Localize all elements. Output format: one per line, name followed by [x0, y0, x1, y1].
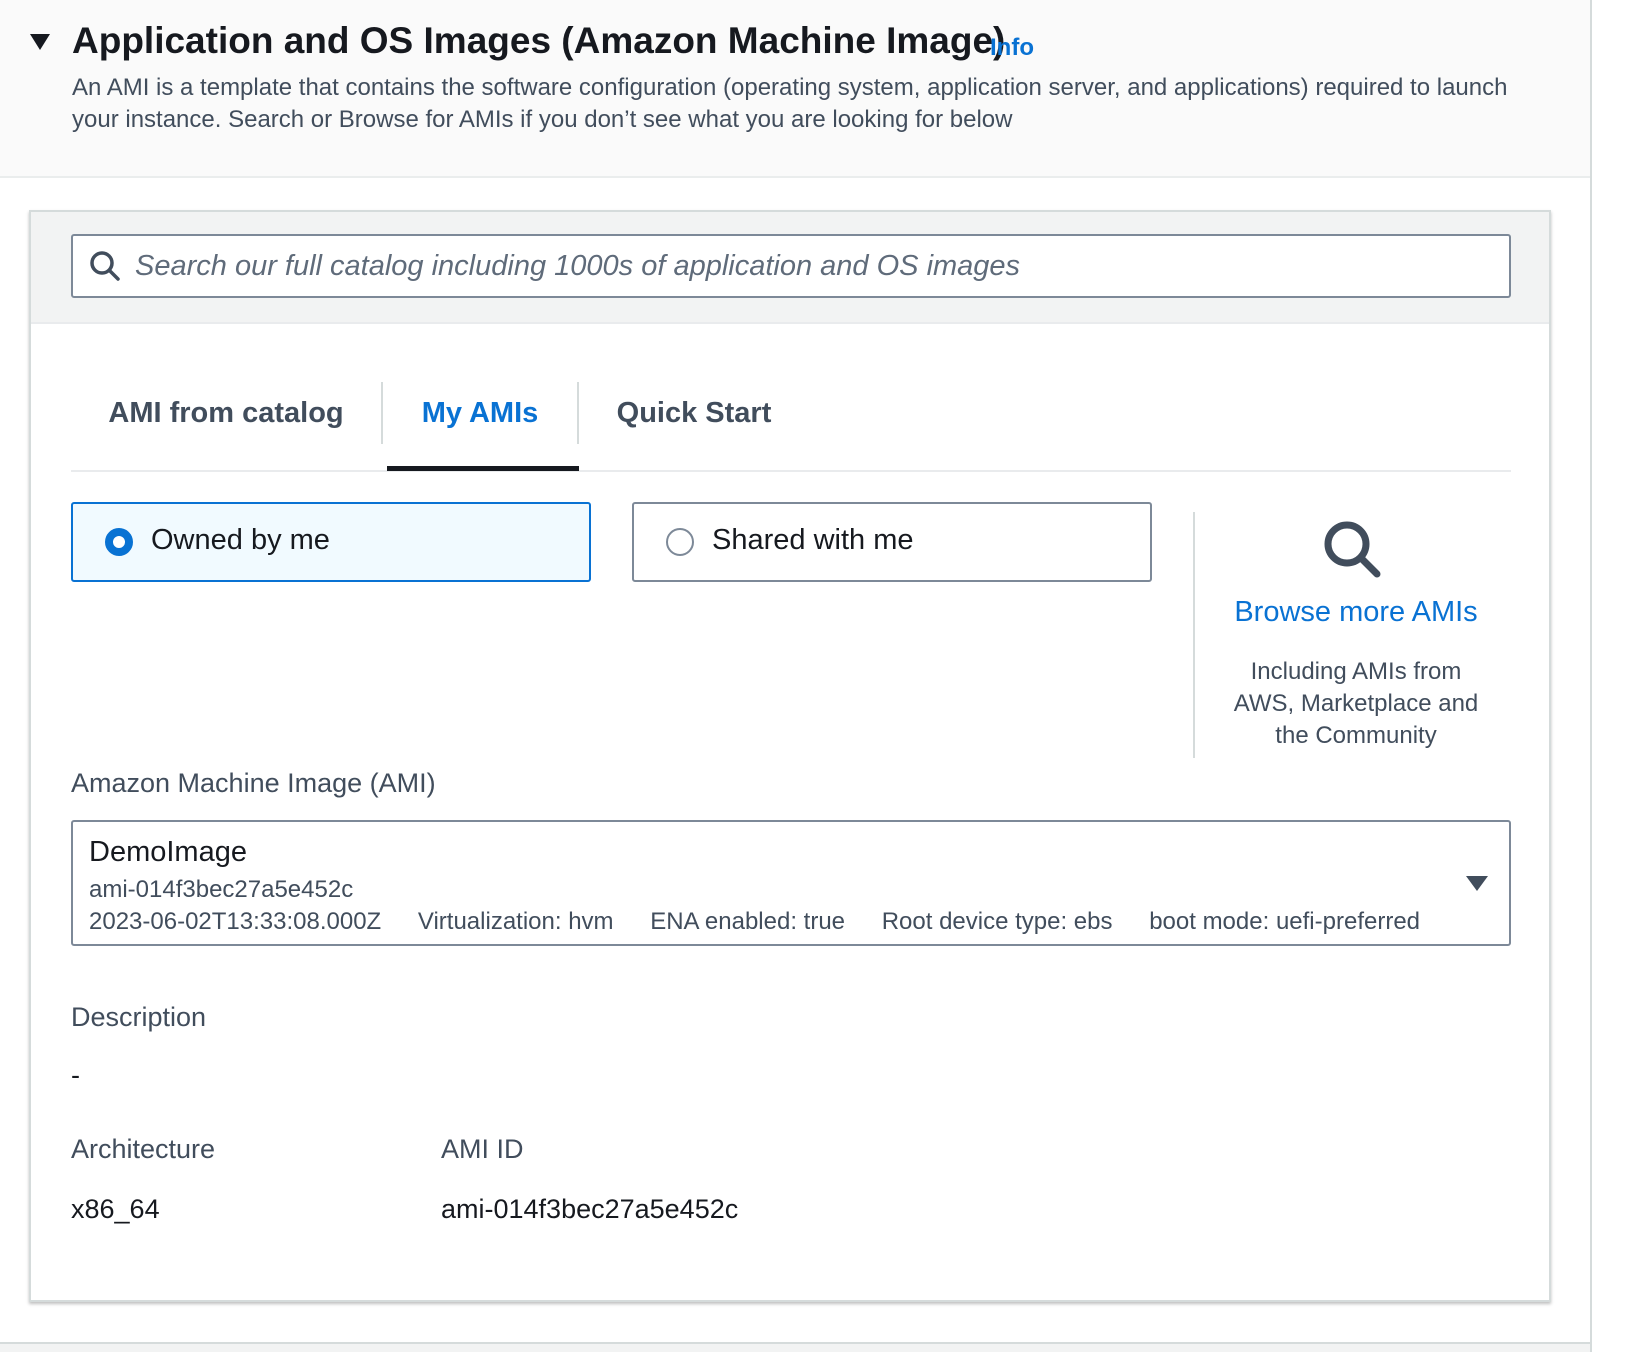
- browse-description: Including AMIs from AWS, Marketplace and…: [1233, 658, 1479, 749]
- radio-button[interactable]: [666, 528, 694, 556]
- section-title: Application and OS Images (Amazon Machin…: [72, 20, 1006, 61]
- architecture-label: Architecture: [71, 1134, 216, 1164]
- description-value: -: [71, 1060, 80, 1090]
- section-description: An AMI is a template that contains the s…: [72, 74, 1508, 133]
- ami-root-device: Root device type: ebs: [881, 908, 1113, 935]
- ami-ena: ENA enabled: true: [650, 908, 846, 935]
- search-box[interactable]: [71, 234, 1511, 298]
- shared-with-me-option[interactable]: Shared with me: [632, 502, 1152, 582]
- tab-ami-from-catalog[interactable]: AMI from catalog: [71, 382, 381, 472]
- ami-id-label: AMI ID: [441, 1134, 524, 1164]
- ami-name: DemoImage: [89, 836, 247, 868]
- search-icon[interactable]: [1321, 518, 1385, 582]
- ami-created: 2023-06-02T13:33:08.000Z: [89, 908, 382, 935]
- browse-divider: [1193, 512, 1195, 758]
- section-header: Application and OS Images (Amazon Machin…: [0, 0, 1590, 178]
- ami-metadata: 2023-06-02T13:33:08.000Z Virtualization:…: [89, 908, 1450, 936]
- search-icon: [90, 251, 120, 281]
- ami-boot-mode: boot mode: uefi-preferred: [1149, 908, 1421, 935]
- active-tab-indicator: [387, 466, 579, 471]
- tab-quick-start[interactable]: Quick Start: [579, 382, 809, 472]
- ami-id-line: ami-014f3bec27a5e452c: [89, 876, 354, 903]
- ami-select[interactable]: DemoImage ami-014f3bec27a5e452c 2023-06-…: [71, 820, 1511, 946]
- info-link[interactable]: Info: [990, 34, 1034, 62]
- shared-with-me-label: Shared with me: [712, 524, 914, 556]
- search-input[interactable]: [135, 244, 1495, 288]
- radio-button-selected[interactable]: [105, 528, 133, 556]
- browse-more-amis-link[interactable]: Browse more AMIs: [1201, 596, 1511, 629]
- ami-panel: AMI from catalog My AMIs Quick Start Own…: [29, 210, 1551, 1302]
- owned-by-me-option[interactable]: Owned by me: [71, 502, 591, 582]
- page-bottom-edge: [0, 1342, 1590, 1352]
- ami-id-value: ami-014f3bec27a5e452c: [441, 1194, 739, 1224]
- caret-down-icon[interactable]: [1466, 876, 1488, 891]
- ami-virtualization: Virtualization: hvm: [417, 908, 614, 935]
- tab-my-amis[interactable]: My AMIs: [383, 382, 577, 472]
- page-right-edge: [1590, 0, 1652, 1352]
- description-label: Description: [71, 1002, 207, 1032]
- caret-down-icon[interactable]: [30, 34, 50, 50]
- owned-by-me-label: Owned by me: [151, 524, 330, 556]
- ami-tabs: AMI from catalog My AMIs Quick Start: [71, 382, 1511, 472]
- search-band: [31, 212, 1549, 324]
- ami-select-label: Amazon Machine Image (AMI): [71, 768, 436, 798]
- architecture-value: x86_64: [71, 1194, 160, 1224]
